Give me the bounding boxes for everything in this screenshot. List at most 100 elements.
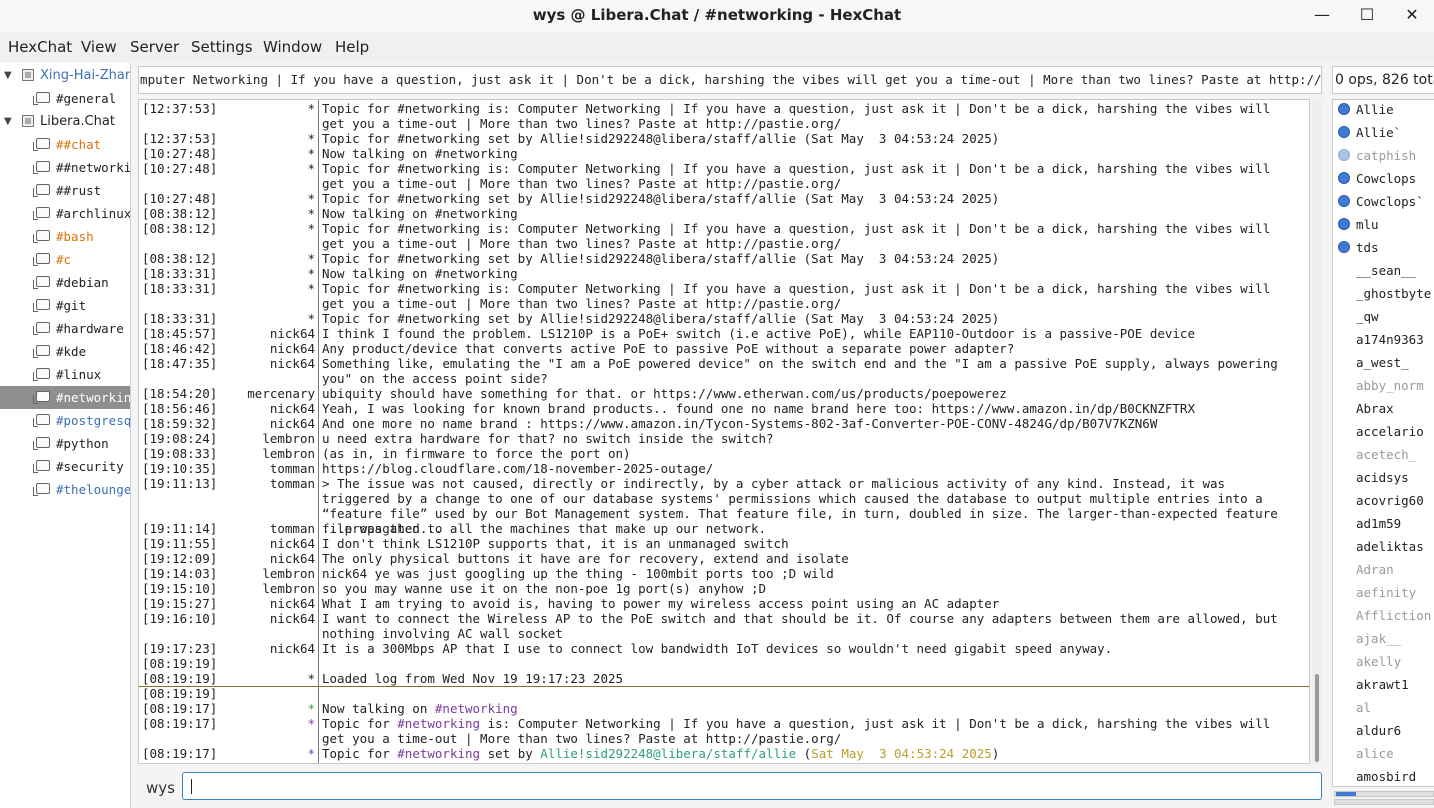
tree-channel[interactable]: #hardware [0,317,130,340]
expander-icon[interactable]: ▼ [4,110,12,133]
nick[interactable]: nick64 [199,341,315,356]
user-list-item[interactable]: accelario [1333,420,1434,443]
tree-channel[interactable]: #kde [0,340,130,363]
nick[interactable]: * [199,281,315,296]
user-list-item[interactable]: adeliktas [1333,535,1434,558]
tree-channel[interactable]: #postgresql [0,409,130,432]
nick[interactable]: tomman [199,476,315,491]
tree-channel[interactable]: ##rust [0,179,130,202]
user-list-item[interactable]: a_west_ [1333,351,1434,374]
user-list-item[interactable]: Allie` [1333,121,1434,144]
input-nick-button[interactable]: wys [146,779,175,797]
topic-bar[interactable]: Computer Networking | If you have a ques… [138,66,1322,94]
nick[interactable]: nick64 [199,551,315,566]
user-list-item[interactable]: Allie [1333,100,1434,121]
user-list-item[interactable]: ad1m59 [1333,512,1434,535]
user-list-item[interactable]: acidsys [1333,466,1434,489]
user-list-item[interactable]: mlu [1333,213,1434,236]
user-list-item[interactable]: Cowclops [1333,167,1434,190]
nick[interactable]: * [199,191,315,206]
nick[interactable]: nick64 [199,596,315,611]
user-list-item[interactable]: ajak__ [1333,627,1434,650]
chat-scrollbar[interactable] [1312,99,1322,764]
tree-channel[interactable]: #python [0,432,130,455]
tree-channel[interactable]: #archlinux [0,202,130,225]
channel-link[interactable]: #networking [435,701,518,716]
menu-hexchat[interactable]: HexChat [8,38,72,56]
nick[interactable]: * [199,206,315,221]
nick[interactable]: nick64 [199,611,315,626]
nick[interactable]: * [199,146,315,161]
tree-channel[interactable]: #linux [0,363,130,386]
user-list-item[interactable]: akrawt1 [1333,673,1434,696]
user-list-item[interactable]: Cowclops` [1333,190,1434,213]
nick[interactable]: lembron [199,431,315,446]
tree-channel[interactable]: ##networking [0,156,130,179]
user-list-item[interactable]: _qw [1333,305,1434,328]
close-button[interactable]: ✕ [1398,4,1426,26]
tree-channel[interactable]: #c [0,248,130,271]
nick[interactable]: lembron [199,566,315,581]
nick[interactable]: * [199,221,315,236]
nick[interactable]: tomman [199,521,315,536]
user-list[interactable]: Allie Allie` catphish Cowclops Cowclops` mlu t… [1332,99,1434,787]
nick[interactable]: * [199,266,315,281]
user-list-item[interactable]: amosbird [1333,765,1434,786]
user-list-resize-bar[interactable] [1334,799,1434,805]
nick[interactable]: nick64 [199,356,315,371]
tree-channel[interactable]: ##chat [0,133,130,156]
expander-icon[interactable]: ▼ [4,64,12,87]
tree-channel[interactable]: #bash [0,225,130,248]
user-list-item[interactable]: _ghostbyte [1333,282,1434,305]
nick[interactable]: * [199,251,315,266]
user-list-item[interactable]: a174n9363 [1333,328,1434,351]
nick[interactable]: nick64 [199,416,315,431]
tree-server[interactable]: ▼ Xing-Hai-Zhang [0,64,130,87]
user-list-item[interactable]: tds [1333,236,1434,259]
nick[interactable]: mercenary [199,386,315,401]
user-list-scrollbar[interactable] [1334,791,1434,797]
nick[interactable]: tomman [199,461,315,476]
nick[interactable]: * [199,311,315,326]
user-list-item[interactable]: __sean__ [1333,259,1434,282]
user-list-item[interactable]: acovrig60 [1333,489,1434,512]
user-list-item[interactable]: Adran [1333,558,1434,581]
user-list-item[interactable]: abby_norm [1333,374,1434,397]
user-list-item[interactable]: aldur6 [1333,719,1434,742]
channel-link[interactable]: #networking [397,716,480,731]
tree-channel[interactable]: #git [0,294,130,317]
user-list-item[interactable]: aefinity [1333,581,1434,604]
tree-channel[interactable]: #networking [0,386,130,409]
maximize-button[interactable]: ☐ [1353,4,1381,26]
nick[interactable]: lembron [199,581,315,596]
nick[interactable]: * [199,131,315,146]
menu-help[interactable]: Help [335,38,369,56]
user-list-item[interactable]: akelly [1333,650,1434,673]
minimize-button[interactable]: — [1308,4,1336,26]
tree-channel[interactable]: #debian [0,271,130,294]
menu-window[interactable]: Window [263,38,322,56]
message-input[interactable] [182,772,1322,800]
chat-log[interactable]: [08:19:19] [08:19:17] * Now talking on #… [138,99,1310,764]
user-list-item[interactable]: Abrax [1333,397,1434,420]
nick[interactable]: * [199,671,315,686]
menu-settings[interactable]: Settings [191,38,253,56]
menu-server[interactable]: Server [130,38,179,56]
nick[interactable]: * [199,101,315,116]
user-list-scrollbar-thumb[interactable] [1336,792,1356,796]
tree-channel[interactable]: #security [0,455,130,478]
user-list-item[interactable]: Affliction [1333,604,1434,627]
user-list-item[interactable]: alice [1333,742,1434,765]
nick[interactable]: nick64 [199,536,315,551]
tree-server[interactable]: ▼ Libera.Chat [0,110,130,133]
user-list-item[interactable]: catphish [1333,144,1434,167]
user-list-item[interactable]: al [1333,696,1434,719]
nick[interactable]: * [199,161,315,176]
nick[interactable]: nick64 [199,326,315,341]
user-list-item[interactable]: acetech_ [1333,443,1434,466]
channel-link[interactable]: #networking [397,746,480,761]
nick[interactable]: nick64 [199,641,315,656]
tree-channel[interactable]: #thelounge [0,478,130,501]
menu-view[interactable]: View [81,38,117,56]
nick[interactable]: nick64 [199,401,315,416]
